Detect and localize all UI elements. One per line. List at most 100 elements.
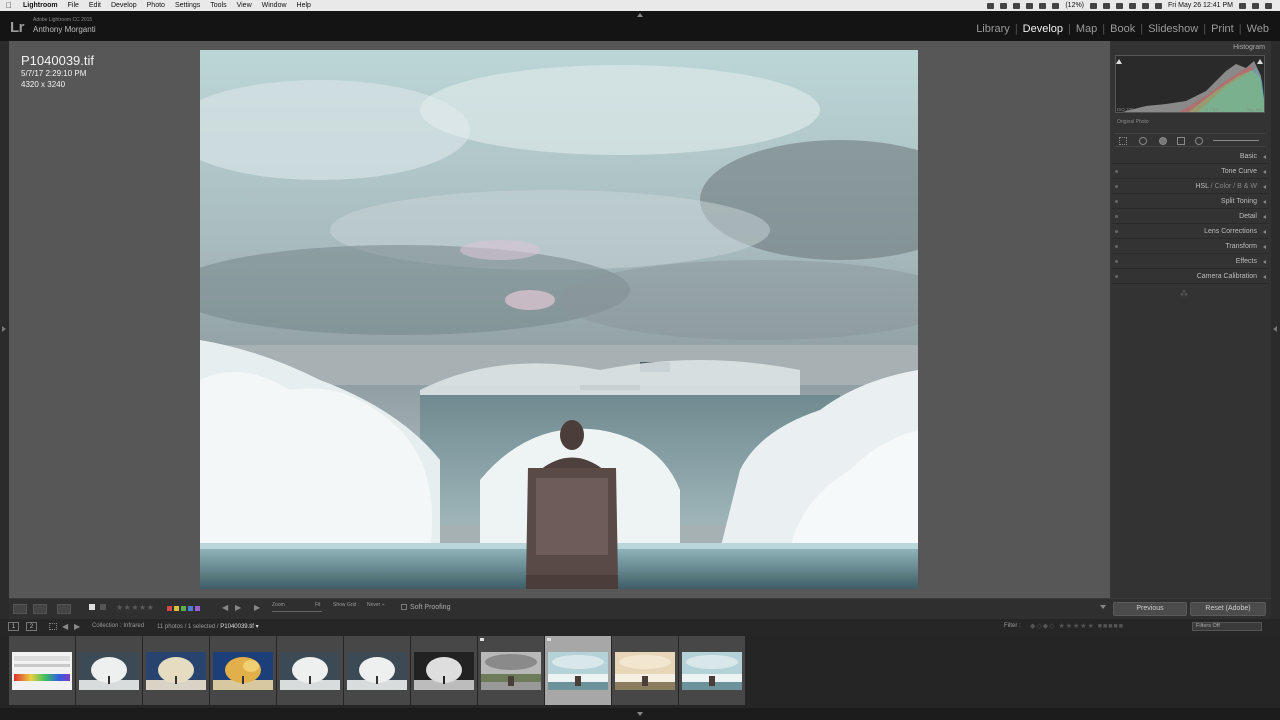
status-icon[interactable] [1013,2,1021,9]
filmstrip-thumbnail[interactable] [679,636,745,705]
filmstrip-thumbnail[interactable] [76,636,142,705]
histogram-title[interactable]: Histogram [1233,44,1265,51]
status-icon[interactable] [987,2,995,9]
menu-edit[interactable]: Edit [84,0,106,11]
search-icon[interactable] [1239,2,1246,9]
spot-removal-icon[interactable] [1139,137,1147,145]
panel-switch-icon[interactable] [1115,200,1118,203]
volume-icon[interactable] [1155,2,1163,9]
menu-develop[interactable]: Develop [106,0,142,11]
status-icon[interactable] [1116,2,1124,9]
panel-detail[interactable]: Detail [1112,210,1269,224]
expand-left-icon[interactable] [2,326,6,332]
adjustment-brush-icon[interactable] [1213,140,1259,141]
main-photo[interactable] [200,50,918,589]
soft-proofing-checkbox[interactable] [401,604,407,610]
filter-controls[interactable]: ◆◇◆◇ ★★★★★ ■■■■■ [1030,622,1124,630]
menu-lightroom[interactable]: Lightroom [18,0,63,11]
collapse-icon[interactable] [1263,155,1266,159]
develop-canvas[interactable]: P1040039.tif 5/7/17 2:29:10 PM 4320 x 32… [9,41,1110,598]
before-after-button[interactable] [33,604,47,614]
collapse-right-icon[interactable] [1273,326,1277,332]
panel-lens-corrections[interactable]: Lens Corrections [1112,225,1269,239]
loupe-view-button[interactable] [13,604,27,614]
collapse-icon[interactable] [1263,170,1266,174]
panel-switch-icon[interactable] [1115,245,1118,248]
status-icon[interactable] [1039,2,1047,9]
user-icon[interactable] [1252,2,1259,9]
hsl-tab[interactable]: HSL [1195,183,1208,190]
previous-button[interactable]: Previous [1113,602,1187,616]
panel-camera-calibration[interactable]: Camera Calibration [1112,270,1269,284]
module-book[interactable]: Book [1105,23,1140,35]
status-icon[interactable] [1129,2,1137,9]
show-grid-select[interactable]: Never ÷ [367,602,384,608]
status-icon[interactable] [1052,2,1060,9]
color-label-yellow[interactable] [174,606,179,611]
histogram[interactable] [1115,55,1265,113]
hide-top-panel-icon[interactable] [637,13,643,17]
panel-switch-icon[interactable] [1115,230,1118,233]
radial-filter-icon[interactable] [1195,137,1203,145]
next-photo-icon[interactable]: ▶ [235,603,241,612]
module-slideshow[interactable]: Slideshow [1143,23,1203,35]
red-eye-icon[interactable] [1159,137,1167,145]
color-label-purple[interactable] [195,606,200,611]
filmstrip-thumbnail[interactable] [277,636,343,705]
soft-proofing-toggle[interactable]: Soft Proofing [401,604,450,611]
menubar-clock[interactable]: Fri May 26 12:41 PM [1168,2,1233,9]
filmstrip-thumbnail[interactable] [9,636,75,705]
color-label-green[interactable] [181,606,186,611]
panel-hsl[interactable]: HSL / Color / B & W [1112,180,1269,194]
previous-photo-icon[interactable]: ◀ [222,603,228,612]
secondary-window-button[interactable]: 2 [26,622,37,631]
right-panel-edge[interactable] [1271,41,1280,619]
panel-switch-icon[interactable] [1115,275,1118,278]
module-web[interactable]: Web [1242,23,1274,35]
before-after-split-button[interactable] [57,604,71,614]
module-print[interactable]: Print [1206,23,1239,35]
collapse-icon[interactable] [1263,275,1266,279]
battery-icon[interactable] [1090,2,1098,9]
status-icon[interactable] [1000,2,1008,9]
color-label-red[interactable] [167,606,172,611]
filmstrip-thumbnail[interactable] [143,636,209,705]
battery-percent[interactable]: (12%) [1065,2,1084,9]
filmstrip-back-icon[interactable]: ◀ [62,622,68,631]
menu-file[interactable]: File [63,0,84,11]
collapse-icon[interactable] [1263,215,1266,219]
filmstrip-thumbnail[interactable] [411,636,477,705]
panel-basic[interactable]: Basic [1112,150,1269,164]
panel-effects[interactable]: Effects [1112,255,1269,269]
filmstrip-thumbnail[interactable] [545,636,611,705]
panel-switch-icon[interactable] [1115,260,1118,263]
filmstrip-source[interactable]: Collection : Infrared [92,623,144,629]
zoom-value[interactable]: Fit [315,602,321,608]
color-tab[interactable]: Color [1215,183,1232,190]
menu-window[interactable]: Window [257,0,292,11]
filmstrip-thumbnail[interactable] [612,636,678,705]
panel-transform[interactable]: Transform [1112,240,1269,254]
collapse-icon[interactable] [1263,260,1266,264]
collapse-icon[interactable] [1263,245,1266,249]
apple-icon[interactable]:  [0,1,18,10]
module-library[interactable]: Library [971,23,1015,35]
main-window-button[interactable]: 1 [8,622,19,631]
filmstrip-forward-icon[interactable]: ▶ [74,622,80,631]
original-photo-label[interactable]: Original Photo [1117,119,1149,125]
crop-tool-icon[interactable] [1119,137,1127,145]
status-icon[interactable] [1026,2,1034,9]
flag-icon[interactable] [89,604,95,610]
menu-photo[interactable]: Photo [142,0,170,11]
filter-select[interactable]: Filters Off [1192,622,1262,631]
menu-settings[interactable]: Settings [170,0,205,11]
module-map[interactable]: Map [1071,23,1102,35]
zoom-slider[interactable] [272,611,322,612]
star-rating[interactable]: ★★★★★ [116,603,154,612]
status-icon[interactable] [1103,2,1111,9]
menu-tools[interactable]: Tools [205,0,231,11]
bw-tab[interactable]: B & W [1237,183,1257,190]
wifi-icon[interactable] [1142,2,1150,9]
collapse-icon[interactable] [1263,230,1266,234]
panel-switch-icon[interactable] [1115,185,1118,188]
